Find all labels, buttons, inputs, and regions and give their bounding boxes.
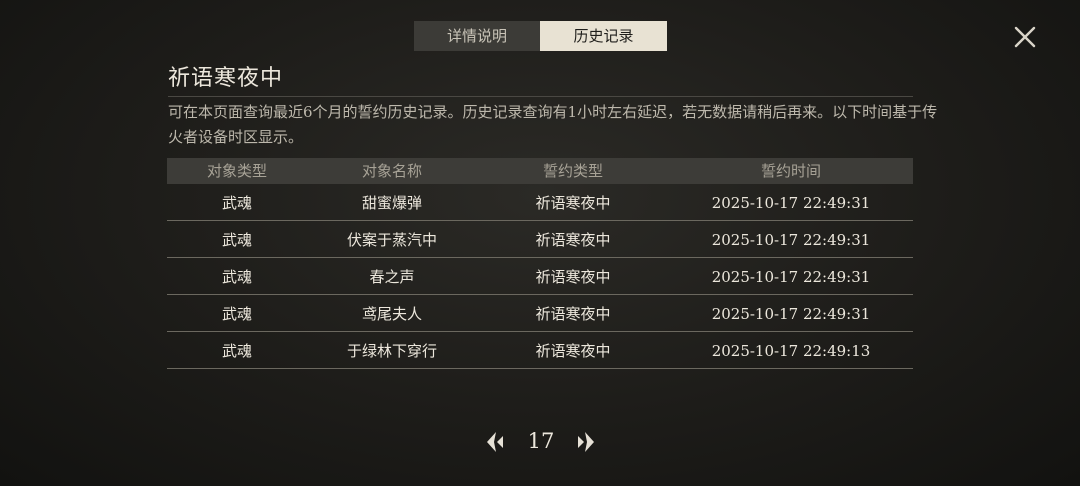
header-object-type: 对象类型: [206, 162, 267, 180]
cell-oath-time: 2025-10-17 22:49:31: [711, 268, 871, 286]
cell-object-type: 武魂: [221, 342, 252, 360]
cell-object-name: 伏案于蒸汽中: [346, 231, 437, 249]
table-header: 对象类型 对象名称 誓约类型 誓约时间: [167, 158, 913, 184]
header-oath-type: 誓约类型: [542, 162, 603, 180]
cell-oath-time: 2025-10-17 22:49:31: [711, 231, 871, 249]
table-row: 武魂 甜蜜爆弹 祈语寒夜中 2025-10-17 22:49:31: [167, 184, 913, 221]
description-text: 可在本页面查询最近6个月的誓约历史记录。历史记录查询有1小时左右延迟，若无数据请…: [168, 103, 938, 146]
cell-object-name: 鸢尾夫人: [361, 305, 422, 323]
header-oath-time: 誓约时间: [760, 162, 821, 180]
cell-oath-type: 祈语寒夜中: [535, 342, 611, 360]
cell-object-name: 甜蜜爆弹: [361, 194, 422, 212]
arrow-right-icon: [578, 432, 594, 452]
close-button[interactable]: [1010, 22, 1040, 52]
cell-object-type: 武魂: [221, 305, 252, 323]
prev-page-button[interactable]: [484, 430, 506, 454]
cell-oath-type: 祈语寒夜中: [535, 305, 611, 323]
page-title: 祈语寒夜中: [168, 66, 284, 91]
tab-history[interactable]: 历史记录: [540, 21, 667, 51]
pagination: 17: [480, 425, 602, 459]
title-divider: [168, 96, 913, 97]
header-object-name: 对象名称: [361, 162, 422, 180]
cell-object-name: 于绿林下穿行: [346, 342, 437, 360]
table-row: 武魂 于绿林下穿行 祈语寒夜中 2025-10-17 22:49:13: [167, 332, 913, 369]
close-icon: [1014, 26, 1036, 48]
cell-object-type: 武魂: [221, 231, 252, 249]
arrow-left-icon: [487, 432, 503, 452]
table-row: 武魂 伏案于蒸汽中 祈语寒夜中 2025-10-17 22:49:31: [167, 221, 913, 258]
cell-oath-time: 2025-10-17 22:49:31: [711, 194, 871, 212]
next-page-button[interactable]: [575, 430, 597, 454]
cell-object-type: 武魂: [221, 194, 252, 212]
cell-oath-type: 祈语寒夜中: [535, 194, 611, 212]
history-table: 对象类型 对象名称 誓约类型 誓约时间 武魂 甜蜜爆弹 祈语寒夜中 2025-1…: [167, 158, 913, 369]
cell-oath-type: 祈语寒夜中: [535, 231, 611, 249]
table-row: 武魂 鸢尾夫人 祈语寒夜中 2025-10-17 22:49:31: [167, 295, 913, 332]
tab-bar: 详情说明 历史记录: [414, 21, 667, 51]
cell-object-name: 春之声: [369, 268, 415, 286]
cell-oath-type: 祈语寒夜中: [535, 268, 611, 286]
page-number: 17: [527, 429, 555, 453]
table-row: 武魂 春之声 祈语寒夜中 2025-10-17 22:49:31: [167, 258, 913, 295]
cell-oath-time: 2025-10-17 22:49:13: [711, 342, 871, 360]
cell-object-type: 武魂: [221, 268, 252, 286]
cell-oath-time: 2025-10-17 22:49:31: [711, 305, 871, 323]
tab-details[interactable]: 详情说明: [414, 21, 540, 51]
